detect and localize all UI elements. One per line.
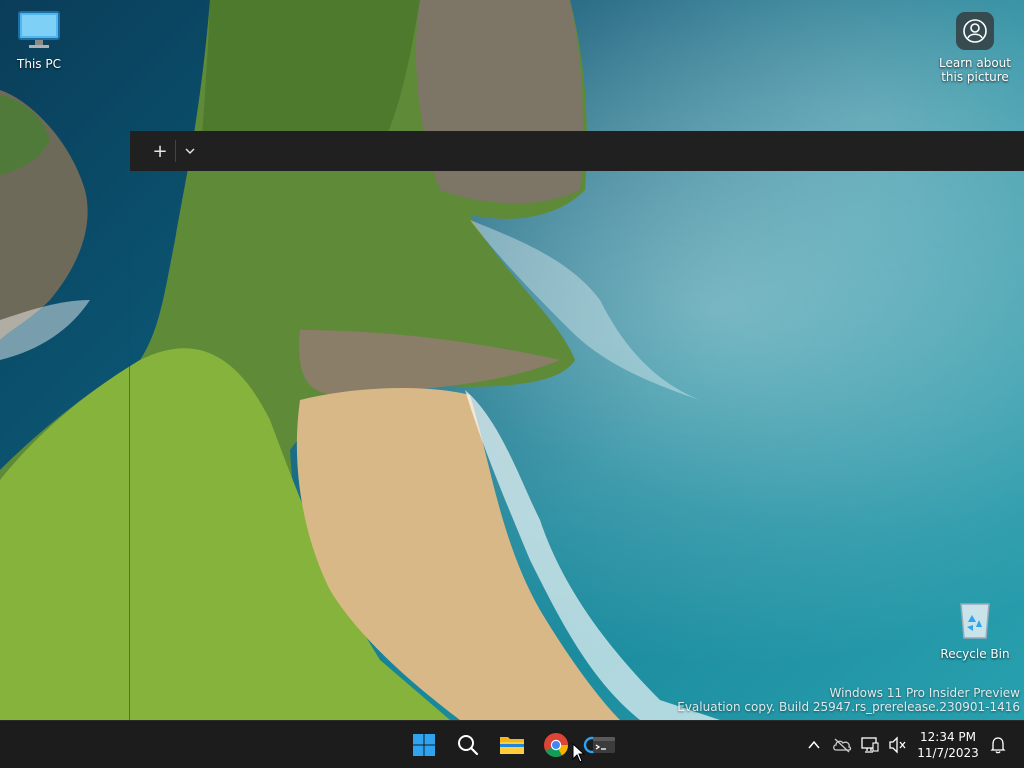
show-hidden-icons-button[interactable] <box>800 729 828 761</box>
windows-logo-icon <box>413 734 435 756</box>
new-tab-button[interactable]: + <box>145 136 175 166</box>
onedrive-offline-icon <box>833 738 852 753</box>
os-watermark: Windows 11 Pro Insider Preview Evaluatio… <box>677 686 1020 714</box>
chevron-up-icon <box>808 740 820 749</box>
desktop: This PC Learn about this picture Recycle… <box>0 0 1024 768</box>
network-icon <box>861 737 879 753</box>
monitor-icon <box>2 10 76 53</box>
plus-icon: + <box>152 140 168 162</box>
learn-about-label: Learn about this picture <box>939 56 1011 84</box>
folder-icon <box>500 737 524 754</box>
camera-location-icon <box>956 12 994 50</box>
volume-muted-icon <box>889 736 906 754</box>
taskbar-apps <box>404 721 624 768</box>
terminal-icon <box>583 736 615 754</box>
clock-date: 11/7/2023 <box>917 746 979 760</box>
clock-time: 12:34 PM <box>920 730 976 744</box>
bell-icon <box>990 737 1006 754</box>
mouse-cursor <box>572 743 586 763</box>
onedrive-status[interactable] <box>828 729 856 761</box>
network-status[interactable] <box>856 729 884 761</box>
notifications-button[interactable] <box>984 729 1012 761</box>
taskbar: 12:34 PM 11/7/2023 <box>0 720 1024 768</box>
desktop-icon-this-pc[interactable]: This PC <box>2 10 76 71</box>
start-button[interactable] <box>404 725 444 765</box>
tab-dropdown-button[interactable] <box>176 136 204 166</box>
system-tray: 12:34 PM 11/7/2023 <box>800 721 1024 768</box>
terminal-titlebar[interactable]: + <box>130 131 1024 171</box>
volume-status[interactable] <box>884 729 912 761</box>
search-icon <box>458 735 479 756</box>
clock[interactable]: 12:34 PM 11/7/2023 <box>916 729 980 761</box>
terminal-window[interactable]: + <box>129 131 1024 720</box>
learn-about-picture[interactable]: Learn about this picture <box>938 10 1012 84</box>
file-explorer-button[interactable] <box>492 725 532 765</box>
terminal-button[interactable] <box>580 725 620 765</box>
search-button[interactable] <box>448 725 488 765</box>
chrome-button[interactable] <box>536 725 576 765</box>
chevron-down-icon <box>185 148 195 154</box>
desktop-icon-label: This PC <box>17 57 61 71</box>
watermark-line1: Windows 11 Pro Insider Preview <box>829 686 1020 700</box>
chrome-icon <box>544 733 568 758</box>
watermark-line2: Evaluation copy. Build 25947.rs_prerelea… <box>677 700 1020 714</box>
